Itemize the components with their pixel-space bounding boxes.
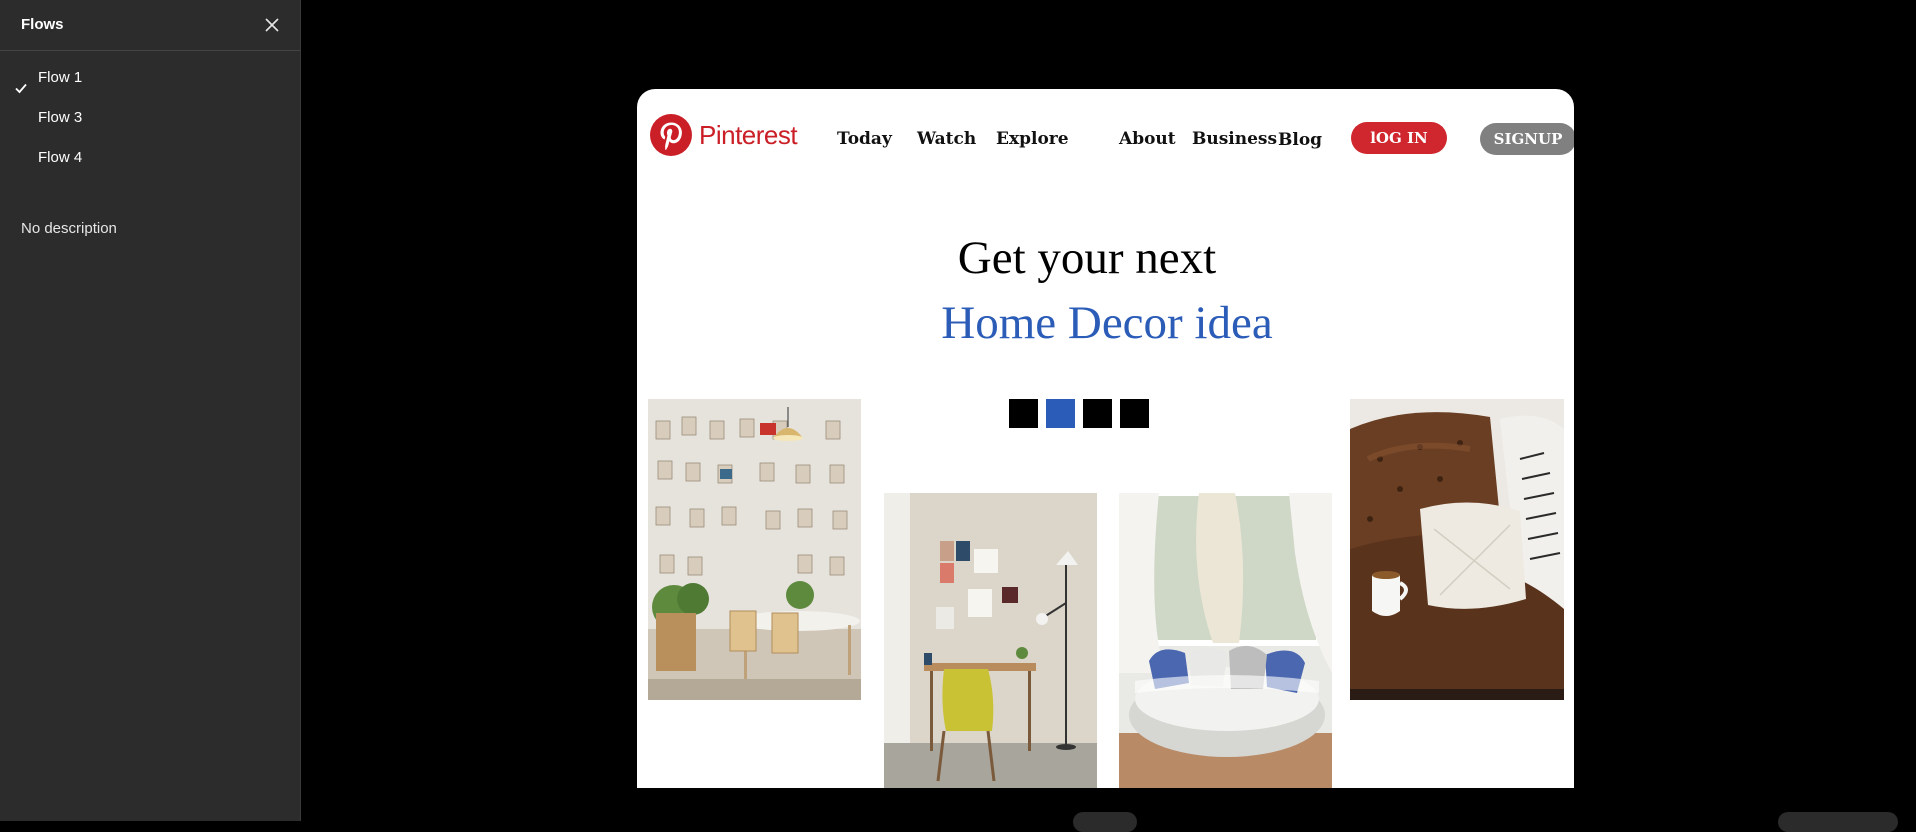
carousel-dot-4[interactable] [1120,399,1149,428]
nav-today[interactable]: Today [837,129,892,149]
flow-item-3[interactable]: Flow 3 [0,98,300,138]
nav-explore[interactable]: Explore [996,129,1069,149]
leather-chair-pillow-photo[interactable] [1350,399,1564,700]
flow-item-1[interactable]: Flow 1 [0,58,300,98]
prototype-frame: Pinterest Today Watch Explore About Busi… [637,89,1574,788]
nav-watch[interactable]: Watch [917,129,976,149]
flow-item-label: Flow 1 [38,69,83,86]
close-icon[interactable] [262,15,282,35]
brand-name: Pinterest [699,119,798,150]
headline-topic: Home Decor idea [941,297,1273,349]
carousel-dot-2[interactable] [1046,399,1075,428]
signup-button[interactable]: SIGNUP [1480,123,1574,155]
login-button[interactable]: lOG IN [1351,122,1447,154]
nav-business[interactable]: Business [1192,129,1277,149]
pinterest-logo-icon [649,113,693,157]
flow-list: Flow 1 Flow 3 Flow 4 [0,58,300,178]
yellow-chair-desk-photo[interactable] [884,493,1097,788]
flows-panel-header: Flows [0,0,300,51]
nav-blog[interactable]: Blog [1278,130,1322,150]
canvas-control-pill[interactable] [1073,812,1137,832]
headline-primary: Get your next [957,232,1217,284]
flow-item-label: Flow 3 [38,109,83,126]
flow-description: No description [21,220,117,237]
nav-about[interactable]: About [1119,129,1176,149]
carousel-dots [1009,399,1157,428]
round-white-sofa-photo[interactable] [1119,493,1332,788]
carousel-dot-1[interactable] [1009,399,1038,428]
wall-gallery-dining-photo[interactable] [648,399,861,700]
flow-item-label: Flow 4 [38,149,83,166]
carousel-dot-3[interactable] [1083,399,1112,428]
flow-item-4[interactable]: Flow 4 [0,138,300,178]
pinterest-logo[interactable]: Pinterest [649,113,798,157]
flows-panel-title: Flows [21,16,64,33]
check-icon [14,71,28,94]
canvas-control-pill[interactable] [1778,812,1898,832]
flows-panel: Flows Flow 1 Flow 3 Flow 4 No descriptio… [0,0,301,821]
